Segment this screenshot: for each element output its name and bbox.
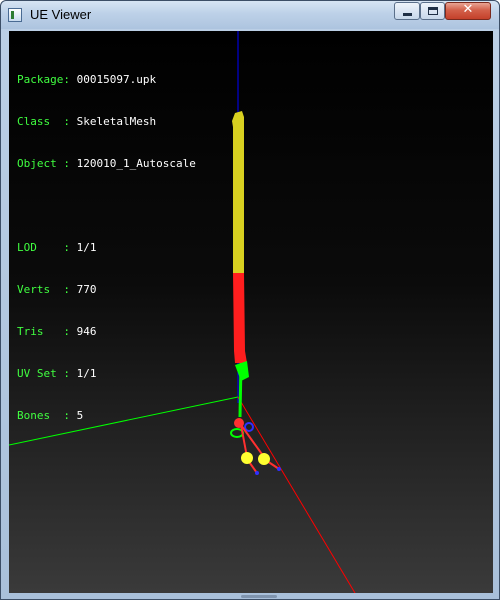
info-sep: : [63, 115, 77, 128]
info-value: 1/1 [76, 367, 97, 380]
maximize-icon [428, 7, 438, 15]
3d-viewport[interactable]: Package: 00015097.upk Class : SkeletalMe… [9, 31, 493, 593]
info-sep: : [63, 241, 77, 254]
info-sep: : [63, 283, 77, 296]
close-icon: ✕ [462, 2, 474, 17]
root-gizmo-blue [244, 422, 254, 432]
title-bar[interactable]: UE Viewer ✕ [1, 1, 499, 29]
info-row-object: Object : 120010_1_Autoscale [17, 157, 196, 171]
joint-tip-left [255, 471, 259, 475]
info-value: 1/1 [76, 241, 97, 254]
info-value: 770 [76, 283, 97, 296]
info-value: SkeletalMesh [76, 115, 157, 128]
info-sep: : [63, 409, 77, 422]
minimize-button[interactable] [394, 2, 420, 20]
info-label: Object [17, 157, 64, 170]
info-value: 00015097.upk [76, 73, 157, 86]
mesh-lower-part [233, 273, 247, 363]
joint-sphere-right [258, 453, 270, 465]
info-row-uvset: UV Set : 1/1 [17, 367, 196, 381]
info-sep: : [63, 157, 77, 170]
info-sep: : [63, 325, 77, 338]
info-sep: : [63, 367, 77, 380]
info-row-bones: Bones : 5 [17, 409, 196, 423]
info-label: Package [17, 73, 64, 86]
info-value: 5 [76, 409, 84, 422]
info-value: 120010_1_Autoscale [76, 157, 196, 170]
bone-joint-upper [235, 361, 249, 381]
info-label: Tris [17, 325, 64, 338]
close-button[interactable]: ✕ [445, 2, 491, 20]
info-value: 946 [76, 325, 97, 338]
joint-tip-right [277, 467, 281, 471]
info-row-class: Class : SkeletalMesh [17, 115, 196, 129]
resize-grip[interactable] [241, 595, 277, 598]
minimize-icon [403, 13, 412, 16]
info-label: Verts [17, 283, 64, 296]
info-row-verts: Verts : 770 [17, 283, 196, 297]
x-axis-line [237, 396, 356, 593]
info-row-package: Package: 00015097.upk [17, 73, 196, 87]
info-sep: : [63, 73, 77, 86]
info-label: UV Set [17, 367, 64, 380]
info-spacer [17, 199, 196, 213]
info-label: LOD [17, 241, 64, 254]
info-overlay: Package: 00015097.upk Class : SkeletalMe… [17, 45, 196, 451]
info-label: Class [17, 115, 64, 128]
window-title: UE Viewer [30, 7, 92, 22]
mesh-upper-part [232, 111, 244, 273]
info-row-tris: Tris : 946 [17, 325, 196, 339]
app-icon [8, 8, 22, 22]
joint-sphere-left [241, 452, 253, 464]
app-window: UE Viewer ✕ Package: 00015097.upk Class … [0, 0, 500, 600]
info-row-lod: LOD : 1/1 [17, 241, 196, 255]
info-label: Bones [17, 409, 64, 422]
maximize-button[interactable] [420, 2, 445, 20]
